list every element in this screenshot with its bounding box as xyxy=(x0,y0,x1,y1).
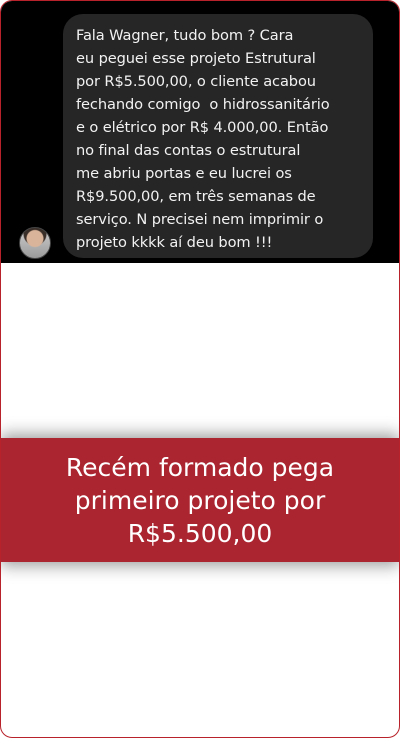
message-line: serviço. N precisei nem imprimir o xyxy=(76,211,324,228)
headline-banner: Recém formado pega primeiro projeto por … xyxy=(1,438,399,562)
headline-line: R$5.500,00 xyxy=(127,518,273,548)
sender-avatar xyxy=(19,227,51,259)
chat-screenshot: Fala Wagner, tudo bom ? Cara eu peguei e… xyxy=(1,1,399,263)
message-line: e o elétrico por R$ 4.000,00. Então xyxy=(76,119,329,136)
message-bubble: Fala Wagner, tudo bom ? Cara eu peguei e… xyxy=(63,14,373,258)
message-line: projeto kkkk aí deu bom !!! xyxy=(76,234,273,251)
message-line: R$9.500,00, em três semanas de xyxy=(76,188,316,205)
message-line: por R$5.500,00, o cliente acabou xyxy=(76,73,316,90)
message-line: eu peguei esse projeto Estrutural xyxy=(76,50,316,67)
message-line: me abriu portas e eu lucrei os xyxy=(76,165,292,182)
headline-line: primeiro projeto por xyxy=(74,485,326,515)
message-line: no final das contas o estrutural xyxy=(76,142,301,159)
message-line: Fala Wagner, tudo bom ? Cara xyxy=(76,27,294,44)
headline-line: Recém formado pega xyxy=(65,452,335,482)
message-line: fechando comigo o hidrossanitário xyxy=(76,96,330,113)
testimonial-card: Fala Wagner, tudo bom ? Cara eu peguei e… xyxy=(0,0,400,738)
